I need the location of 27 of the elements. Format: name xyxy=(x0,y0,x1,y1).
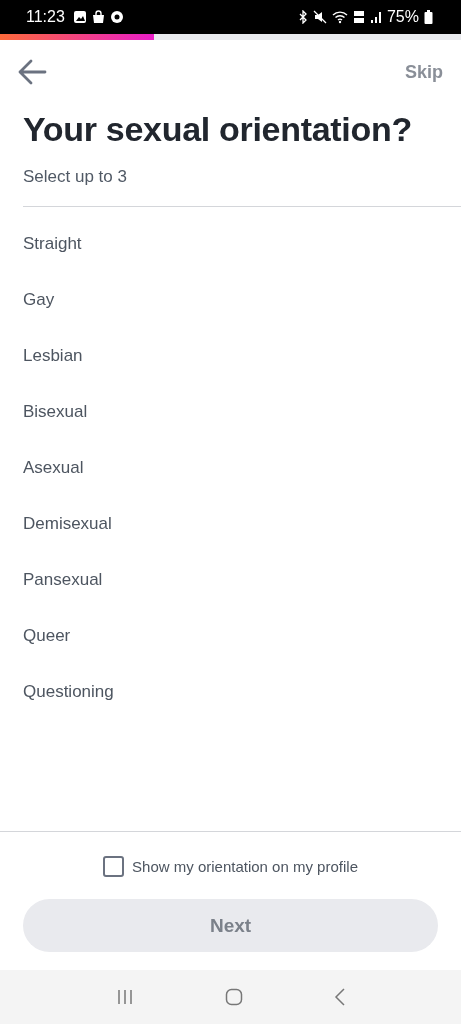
orientation-option[interactable]: Pansexual xyxy=(0,552,461,608)
home-icon[interactable] xyxy=(224,988,243,1006)
battery-percent: 75% xyxy=(386,8,419,26)
orientation-option[interactable]: Demisexual xyxy=(0,496,461,552)
mute-icon xyxy=(312,10,327,24)
orientation-option[interactable]: Asexual xyxy=(0,440,461,496)
back-icon[interactable] xyxy=(333,988,346,1006)
orientation-option[interactable]: Bisexual xyxy=(0,384,461,440)
orientation-option[interactable]: Straight xyxy=(0,216,461,272)
wifi-icon xyxy=(331,10,348,24)
checkbox[interactable] xyxy=(103,856,125,877)
recent-apps-icon[interactable] xyxy=(115,989,134,1005)
signal-icon xyxy=(369,10,382,24)
orientation-option[interactable]: Questioning xyxy=(0,664,461,720)
back-arrow-icon[interactable] xyxy=(17,59,47,85)
browser-icon xyxy=(109,10,124,24)
bluetooth-icon xyxy=(297,10,308,24)
shopping-bag-icon xyxy=(91,10,105,24)
gallery-icon xyxy=(72,10,87,24)
orientation-option[interactable]: Gay xyxy=(0,272,461,328)
status-time: 11:23 xyxy=(26,8,65,26)
orientation-option[interactable]: Queer xyxy=(0,608,461,664)
page-title: Your sexual orientation? xyxy=(23,110,413,149)
subtitle: Select up to 3 xyxy=(23,167,461,207)
battery-icon xyxy=(424,10,433,24)
checkbox-label: Show my orientation on my profile xyxy=(132,858,358,875)
orientation-option[interactable]: Lesbian xyxy=(0,328,461,384)
